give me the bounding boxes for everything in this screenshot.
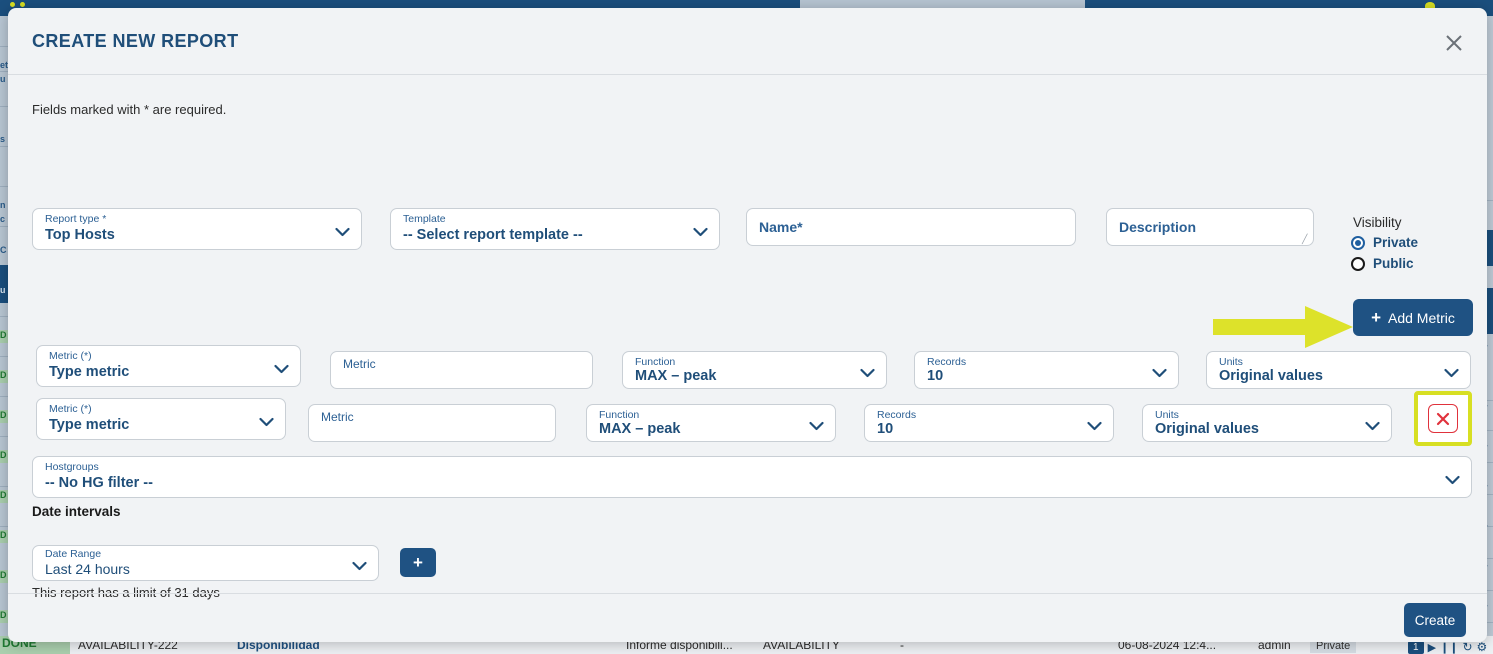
background-page-number: 1 (1408, 641, 1424, 654)
add-metric-button[interactable]: + Add Metric (1353, 299, 1473, 336)
required-fields-note: Fields marked with * are required. (32, 102, 226, 117)
dialog-footer: Create (8, 593, 1487, 641)
visibility-label: Visibility (1353, 215, 1402, 230)
close-icon[interactable] (1441, 30, 1467, 56)
units-select-row-2[interactable]: Units Original values (1142, 404, 1392, 442)
report-name-input[interactable]: Name* (746, 208, 1076, 246)
background-left-text: u (0, 74, 6, 84)
chevron-down-icon (1087, 418, 1102, 428)
report-type-value: Top Hosts (45, 226, 115, 244)
function-select-row-1[interactable]: Function MAX – peak (622, 351, 887, 389)
report-type-label: Report type * (45, 213, 106, 225)
records-value-row-1: 10 (927, 367, 943, 385)
chevron-down-icon (809, 418, 824, 428)
units-value-row-2: Original values (1155, 420, 1259, 438)
visibility-option-private[interactable]: Private (1351, 235, 1418, 250)
template-select[interactable]: Template -- Select report template -- (390, 208, 720, 250)
metric-value-row-1: Type metric (49, 363, 129, 381)
template-value: -- Select report template -- (403, 226, 583, 244)
chevron-down-icon (352, 558, 367, 568)
report-description-input[interactable]: Description ╱ (1106, 208, 1314, 246)
background-gear-icon: ⚙ (1477, 640, 1488, 654)
resize-handle-icon[interactable]: ╱ (1302, 235, 1311, 244)
background-left-text: s (0, 134, 5, 144)
metric-text-row-2[interactable]: Metric (308, 404, 556, 442)
visibility-private-label: Private (1373, 235, 1418, 250)
metric-text-label-row-2: Metric (321, 411, 354, 423)
units-select-row-1[interactable]: Units Original values (1206, 351, 1471, 389)
background-left-text: C (0, 245, 7, 255)
chevron-down-icon (335, 224, 350, 234)
background-pause-icon: ❙❙ (1440, 641, 1458, 654)
logo-dot-icon (10, 2, 15, 7)
dialog-header: CREATE NEW REPORT (8, 8, 1487, 75)
metric-label-row-2: Metric (*) (49, 403, 92, 415)
date-range-value: Last 24 hours (45, 560, 130, 578)
plus-icon: + (1371, 311, 1381, 325)
chevron-down-icon (693, 224, 708, 234)
units-value-row-1: Original values (1219, 367, 1323, 385)
date-intervals-title: Date intervals (32, 504, 121, 519)
hostgroups-value: -- No HG filter -- (45, 474, 153, 492)
create-new-report-dialog: CREATE NEW REPORT Fields marked with * a… (8, 8, 1487, 642)
chevron-down-icon (1444, 365, 1459, 375)
function-value-row-1: MAX – peak (635, 367, 716, 385)
chevron-down-icon (1365, 418, 1380, 428)
hostgroups-label: Hostgroups (45, 461, 99, 473)
chevron-down-icon (1445, 472, 1460, 482)
chevron-down-icon (274, 361, 289, 371)
background-left-text: n (0, 200, 6, 210)
function-value-row-2: MAX – peak (599, 420, 680, 438)
chevron-down-icon (860, 365, 875, 375)
annotation-arrow-icon (1213, 306, 1353, 348)
radio-public-icon[interactable] (1351, 257, 1365, 271)
metric-text-label-row-1: Metric (343, 358, 376, 370)
metric-select-row-1[interactable]: Metric (*) Type metric (36, 345, 301, 387)
metric-text-row-1[interactable]: Metric (330, 351, 593, 389)
plus-icon: + (413, 553, 423, 573)
visibility-option-public[interactable]: Public (1351, 256, 1414, 271)
background-refresh-icon: ↻ (1462, 640, 1472, 654)
logo-dot-icon (20, 2, 25, 7)
records-select-row-2[interactable]: Records 10 (864, 404, 1114, 442)
chevron-down-icon (259, 414, 274, 424)
report-description-placeholder: Description (1119, 219, 1196, 235)
report-type-select[interactable]: Report type * Top Hosts (32, 208, 362, 250)
records-value-row-2: 10 (877, 420, 893, 438)
dialog-title: CREATE NEW REPORT (32, 31, 238, 52)
background-left-text: et (0, 60, 8, 70)
template-label: Template (403, 213, 446, 225)
metric-value-row-2: Type metric (49, 416, 129, 434)
hostgroups-select[interactable]: Hostgroups -- No HG filter -- (32, 456, 1472, 498)
background-pager: 1 ▶ ❙❙ ↻ ⚙ (1408, 640, 1487, 654)
visibility-public-label: Public (1373, 256, 1414, 271)
background-next-icon: ▶ (1428, 641, 1436, 654)
delete-metric-row-2-button[interactable] (1428, 404, 1458, 433)
radio-private-icon[interactable] (1351, 236, 1365, 250)
metric-label-row-1: Metric (*) (49, 350, 92, 362)
function-select-row-2[interactable]: Function MAX – peak (586, 404, 836, 442)
dialog-body: Fields marked with * are required. Repor… (8, 75, 1487, 593)
add-date-interval-button[interactable]: + (400, 548, 436, 577)
date-range-select[interactable]: Date Range Last 24 hours (32, 545, 379, 581)
background-left-text: c (0, 214, 5, 224)
background-left-text: u (0, 285, 6, 295)
records-select-row-1[interactable]: Records 10 (914, 351, 1179, 389)
metric-select-row-2[interactable]: Metric (*) Type metric (36, 398, 286, 440)
chevron-down-icon (1152, 365, 1167, 375)
create-button[interactable]: Create (1404, 603, 1466, 637)
date-range-label: Date Range (45, 548, 101, 560)
add-metric-label: Add Metric (1388, 310, 1455, 326)
report-name-placeholder: Name* (759, 219, 803, 235)
